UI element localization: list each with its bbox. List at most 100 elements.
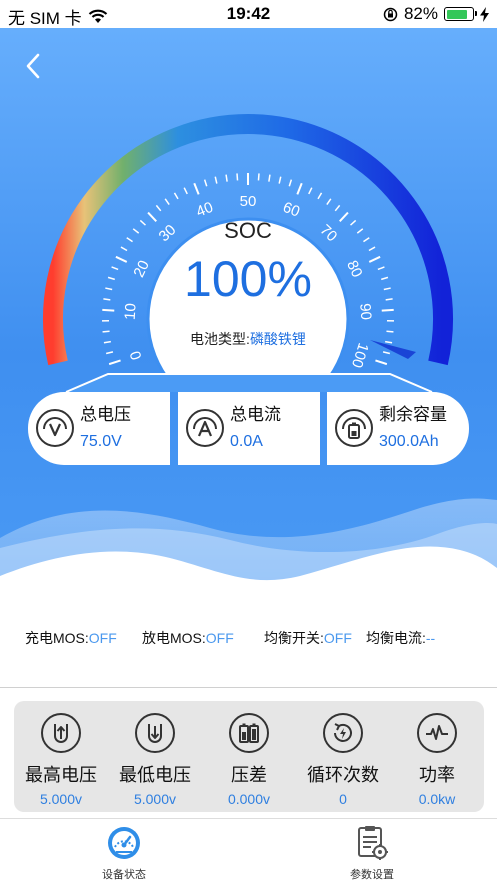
gauge-minor-tick	[268, 174, 271, 182]
gauge-minor-tick	[183, 187, 188, 195]
stat-min-voltage: 最低电压 5.000v	[108, 701, 202, 812]
gauge-minor-tick	[363, 237, 370, 243]
total-voltage-card[interactable]: 总电压 75.0V	[28, 392, 170, 465]
stat-voltage-diff: 压差 0.000v	[202, 701, 296, 812]
current-icon	[186, 409, 224, 447]
gauge-minor-tick	[278, 176, 282, 184]
voltage-icon	[36, 409, 74, 447]
stat-value: 5.000v	[133, 791, 177, 807]
status-right: 82%	[383, 4, 489, 24]
gauge-minor-tick	[368, 246, 376, 252]
gauge-minor-tick	[308, 187, 313, 195]
remaining-capacity-label: 剩余容量	[379, 405, 447, 424]
battery-type-label: 电池类型:	[190, 331, 250, 347]
balance-switch-value: OFF	[323, 630, 352, 646]
charging-bolt-icon	[480, 6, 489, 22]
gauge-minor-tick	[102, 330, 110, 333]
gauge-minor-tick	[111, 266, 119, 271]
balance-current: 均衡电流:--	[366, 628, 435, 648]
total-current-card[interactable]: 总电流 0.0A	[178, 392, 320, 465]
section-divider	[0, 687, 497, 688]
gauge-tick-label: 0	[127, 349, 146, 362]
gauge-minor-tick	[382, 351, 391, 355]
gauge-minor-tick	[132, 228, 140, 234]
soc-label: SOC	[224, 218, 272, 243]
battery-type-value: 磷酸铁锂	[249, 331, 306, 347]
stat-cycle-count: 循环次数 0	[296, 701, 390, 812]
gauge-tick-label: 30	[156, 221, 180, 245]
cycle-count-icon	[323, 713, 363, 753]
power-icon	[417, 713, 457, 753]
gauge-minor-tick	[105, 351, 114, 355]
discharge-mos-value: OFF	[205, 630, 234, 646]
gauge-minor-tick	[383, 287, 391, 291]
charge-mos: 充电MOS:OFF	[25, 628, 117, 648]
stat-label: 最低电压	[119, 765, 191, 785]
max-voltage-icon	[41, 713, 81, 753]
gauge-major-tick	[375, 359, 388, 366]
gauge-minor-tick	[385, 340, 393, 344]
battery-icon	[444, 7, 477, 21]
gauge-minor-tick	[356, 228, 364, 234]
gauge-minor-tick	[126, 237, 133, 243]
capacity-icon	[335, 409, 373, 447]
gauge-major-tick	[147, 211, 157, 223]
gauge-minor-tick	[107, 276, 115, 281]
gauge-major-tick	[381, 308, 394, 312]
gauge-minor-tick	[103, 298, 111, 301]
hero-panel: 0 10 20 30 40 50 60 70 80 90 100 SOC 100% 电池类型:磷酸铁…	[0, 28, 497, 620]
mos-info-row: 充电MOS:OFF 放电MOS:OFF 均衡开关:OFF 均衡电流:--	[0, 628, 497, 648]
stat-value: 5.000v	[39, 791, 83, 807]
stat-label: 循环次数	[307, 765, 379, 785]
gauge-minor-tick	[164, 198, 170, 205]
gauge-major-tick	[193, 182, 200, 195]
stat-power: 功率 0.0kw	[390, 701, 484, 812]
gauge-major-tick	[296, 182, 303, 195]
gauge-tick-label: 70	[317, 221, 341, 245]
card-connector	[65, 373, 433, 393]
soc-value: 100%	[184, 251, 312, 307]
gauge-major-tick	[115, 255, 128, 263]
discharge-mos-label: 放电MOS:	[142, 630, 206, 646]
gauge-minor-tick	[350, 219, 357, 226]
gauge-minor-tick	[326, 198, 332, 205]
gauge-minor-tick	[317, 192, 323, 200]
stat-label: 压差	[231, 765, 267, 785]
gauge-minor-tick	[377, 266, 385, 271]
gauge-minor-tick	[381, 276, 389, 281]
gauge-minor-tick	[120, 246, 128, 252]
stat-max-voltage: 最高电压 5.000v	[14, 701, 108, 812]
balance-switch: 均衡开关:OFF	[264, 628, 352, 648]
gauge-minor-tick	[103, 340, 111, 344]
gauge-major-tick	[108, 359, 121, 366]
battery-type: 电池类型:磷酸铁锂	[150, 329, 346, 349]
gauge-minor-tick	[225, 174, 228, 182]
gauge-minor-tick	[386, 330, 394, 333]
gauge-major-tick	[339, 211, 349, 223]
battery-percent: 82%	[403, 4, 438, 23]
gauge-tick-label: 10	[122, 303, 140, 321]
tab-parameter-settings[interactable]: 参数设置	[307, 819, 437, 883]
discharge-mos: 放电MOS:OFF	[142, 628, 234, 648]
total-current-value: 0.0A	[230, 433, 263, 450]
gauge-minor-tick	[139, 219, 146, 226]
tab-device-status[interactable]: 设备状态	[59, 819, 189, 883]
balance-switch-label: 均衡开关:	[264, 630, 324, 646]
remaining-capacity-value: 300.0Ah	[379, 433, 439, 450]
gauge-minor-tick	[334, 204, 341, 212]
gauge-needle	[370, 340, 416, 359]
gauge-minor-tick	[203, 179, 208, 187]
stat-value: 0	[339, 791, 347, 807]
tab-label: 参数设置	[350, 869, 394, 881]
stat-value: 0.000v	[227, 791, 271, 807]
tab-bar: 设备状态 参数设置	[0, 818, 497, 883]
gauge-major-tick	[368, 255, 381, 263]
gauge-minor-tick	[105, 287, 113, 291]
min-voltage-icon	[135, 713, 175, 753]
balance-current-label: 均衡电流:	[366, 630, 426, 646]
charge-mos-value: OFF	[88, 630, 117, 646]
balance-current-value: --	[425, 630, 436, 646]
stat-label: 最高电压	[25, 765, 97, 785]
speedometer-icon	[108, 827, 140, 859]
remaining-capacity-card[interactable]: 剩余容量 300.0Ah	[327, 392, 469, 465]
